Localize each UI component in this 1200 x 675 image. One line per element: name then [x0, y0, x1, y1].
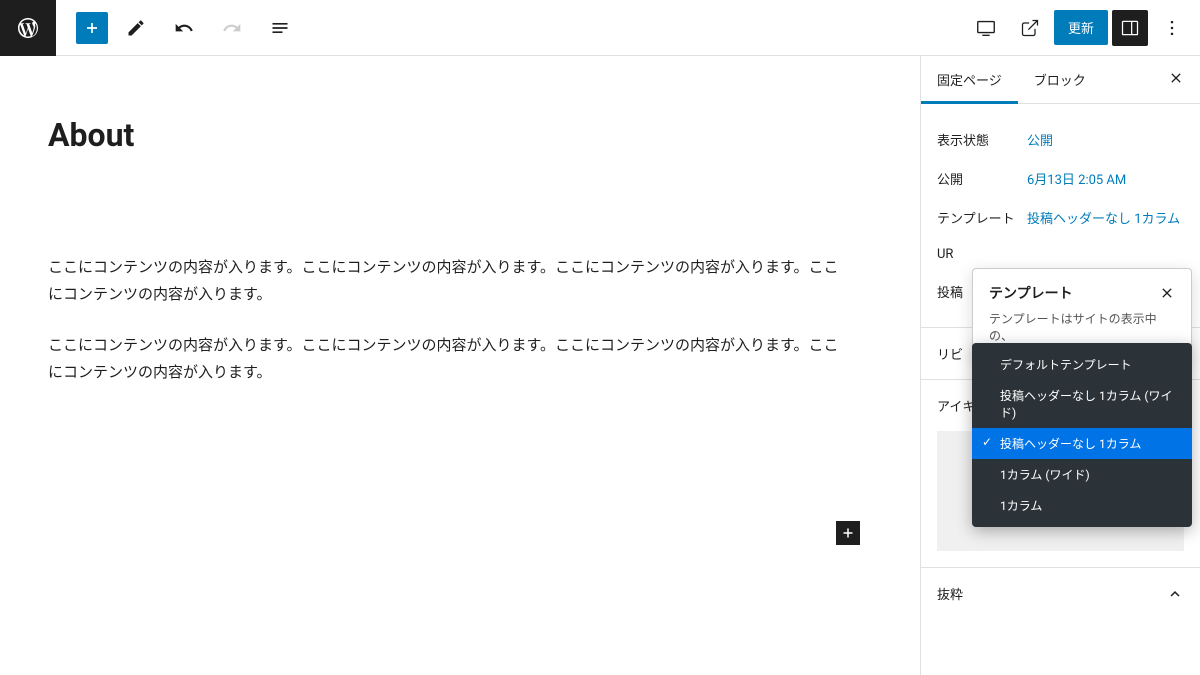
tab-page[interactable]: 固定ページ — [921, 56, 1018, 103]
excerpt-section: 抜粋 — [921, 567, 1200, 619]
status-label: 表示状態 — [937, 130, 1027, 149]
status-value[interactable]: 公開 — [1027, 130, 1184, 149]
template-value[interactable]: 投稿ヘッダーなし 1カラム — [1027, 208, 1184, 227]
document-outline-icon[interactable] — [260, 8, 300, 48]
url-label: UR — [937, 247, 1027, 262]
popover-header: テンプレート — [973, 269, 1191, 311]
dropdown-item[interactable]: 1カラム (ワイド) — [972, 459, 1192, 490]
sidebar-tabs: 固定ページ ブロック — [921, 56, 1200, 104]
undo-icon[interactable] — [164, 8, 204, 48]
template-dropdown: デフォルトテンプレート 投稿ヘッダーなし 1カラム (ワイド) 投稿ヘッダーなし… — [972, 343, 1192, 527]
more-options-icon[interactable] — [1152, 8, 1192, 48]
excerpt-label: 抜粋 — [937, 584, 963, 603]
editor-canvas[interactable]: About ここにコンテンツの内容が入ります。ここにコンテンツの内容が入ります。… — [0, 56, 920, 675]
publish-field: 公開 6月13日 2:05 AM — [937, 159, 1184, 198]
publish-label: 公開 — [937, 169, 1027, 188]
redo-icon — [212, 8, 252, 48]
add-block-button[interactable] — [76, 12, 108, 44]
toolbar-right-group: 更新 — [966, 8, 1200, 48]
dropdown-item[interactable]: デフォルトテンプレート — [972, 349, 1192, 380]
wordpress-logo[interactable] — [0, 0, 56, 56]
update-button[interactable]: 更新 — [1054, 10, 1108, 45]
dropdown-item[interactable]: 投稿ヘッダーなし 1カラム — [972, 428, 1192, 459]
template-field: テンプレート 投稿ヘッダーなし 1カラム — [937, 198, 1184, 237]
template-label: テンプレート — [937, 208, 1027, 227]
top-toolbar: 更新 — [0, 0, 1200, 56]
url-field: UR — [937, 237, 1184, 272]
page-title[interactable]: About — [48, 116, 872, 154]
paragraph-block[interactable]: ここにコンテンツの内容が入ります。ここにコンテンツの内容が入ります。ここにコンテ… — [48, 332, 848, 386]
publish-value[interactable]: 6月13日 2:05 AM — [1027, 169, 1184, 188]
external-link-icon[interactable] — [1010, 8, 1050, 48]
tab-block[interactable]: ブロック — [1018, 56, 1102, 103]
excerpt-header[interactable]: 抜粋 — [921, 568, 1200, 619]
paragraph-block[interactable]: ここにコンテンツの内容が入ります。ここにコンテンツの内容が入ります。ここにコンテ… — [48, 254, 848, 308]
close-popover-icon[interactable] — [1159, 285, 1175, 301]
status-field: 表示状態 公開 — [937, 120, 1184, 159]
edit-icon[interactable] — [116, 8, 156, 48]
dropdown-item[interactable]: 1カラム — [972, 490, 1192, 521]
chevron-up-icon — [1166, 585, 1184, 603]
add-block-inline-button[interactable] — [836, 521, 860, 545]
toolbar-left-group — [56, 8, 300, 48]
content-area: ここにコンテンツの内容が入ります。ここにコンテンツの内容が入ります。ここにコンテ… — [48, 254, 872, 386]
device-preview-icon[interactable] — [966, 8, 1006, 48]
popover-title: テンプレート — [989, 283, 1073, 303]
dropdown-item[interactable]: 投稿ヘッダーなし 1カラム (ワイド) — [972, 380, 1192, 428]
revisions-label: リビ — [937, 344, 963, 363]
sidebar-toggle-button[interactable] — [1112, 10, 1148, 46]
close-sidebar-icon[interactable] — [1152, 56, 1200, 103]
